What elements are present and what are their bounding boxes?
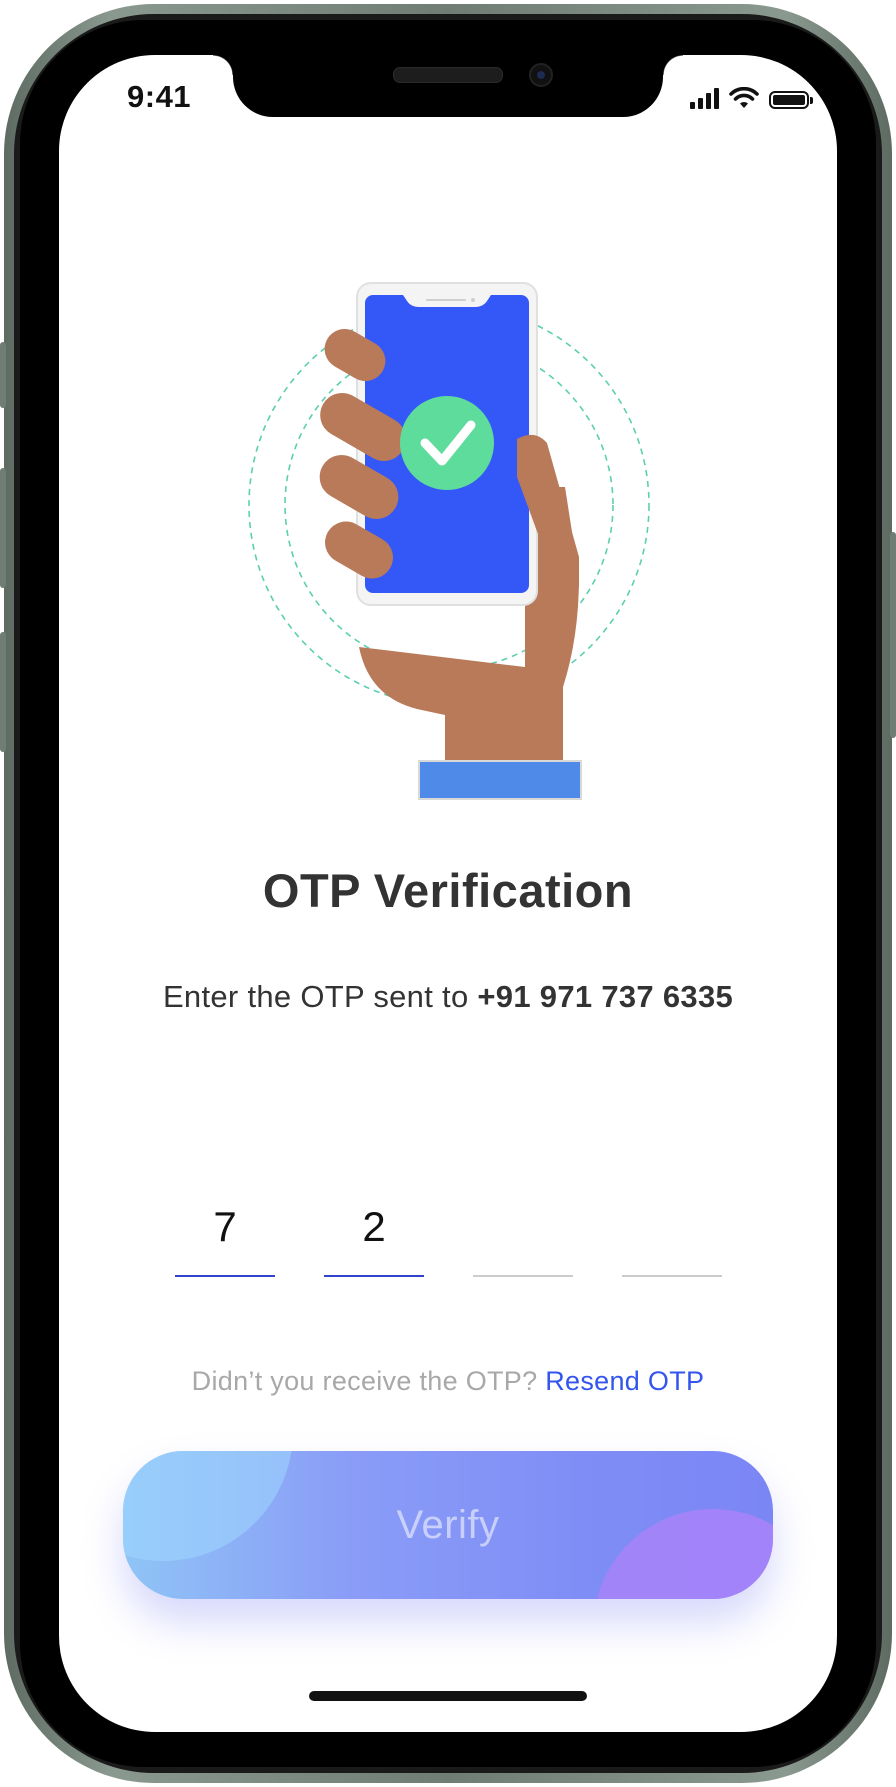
home-indicator[interactable]: [309, 1691, 587, 1701]
battery-level: [773, 95, 805, 105]
illustration-sleeve: [418, 760, 582, 800]
otp-digit-1-value: 7: [213, 1203, 237, 1250]
status-time: 9:41: [127, 79, 192, 114]
otp-digit-1-underline: [175, 1275, 275, 1277]
volume-down-button: [0, 632, 6, 752]
page-title: OTP Verification: [262, 864, 634, 917]
otp-digit-1[interactable]: 7: [175, 1195, 275, 1277]
resend-prompt: Didn’t you receive the OTP? Resend OTP: [59, 1366, 837, 1397]
verify-button-label: Verify: [396, 1503, 500, 1547]
otp-digit-2[interactable]: 2: [324, 1195, 424, 1277]
otp-digit-2-value: 2: [362, 1203, 386, 1250]
resend-question: Didn’t you receive the OTP?: [191, 1366, 546, 1396]
otp-input-row: 7 2: [175, 1195, 722, 1277]
otp-digit-4[interactable]: [622, 1195, 722, 1277]
notch: [213, 55, 683, 117]
otp-digit-4-underline: [622, 1275, 722, 1277]
mute-switch: [0, 342, 6, 408]
otp-digit-3[interactable]: [473, 1195, 573, 1277]
signal-icon: [690, 87, 719, 109]
otp-digit-3-underline: [473, 1275, 573, 1277]
power-button: [890, 532, 896, 738]
battery-icon: [769, 91, 813, 109]
check-icon-circle: [400, 396, 494, 490]
otp-digit-2-underline: [324, 1275, 424, 1277]
speaker-grille: [393, 67, 503, 83]
otp-instruction: Enter the OTP sent to +91 971 737 6335: [59, 979, 837, 1015]
front-camera: [529, 63, 553, 87]
otp-instruction-text: Enter the OTP sent to: [162, 979, 478, 1014]
status-icons: [690, 85, 813, 109]
phone-number: +91 971 737 6335: [477, 979, 734, 1014]
verify-button[interactable]: Verify: [123, 1451, 773, 1599]
resend-otp-link[interactable]: Resend OTP: [545, 1366, 704, 1396]
volume-up-button: [0, 468, 6, 588]
phone-screen: 9:41 OTP Verification Enter the OTP sent…: [59, 55, 837, 1732]
phone-verified-icon: [248, 282, 650, 800]
wifi-icon: [729, 87, 759, 108]
